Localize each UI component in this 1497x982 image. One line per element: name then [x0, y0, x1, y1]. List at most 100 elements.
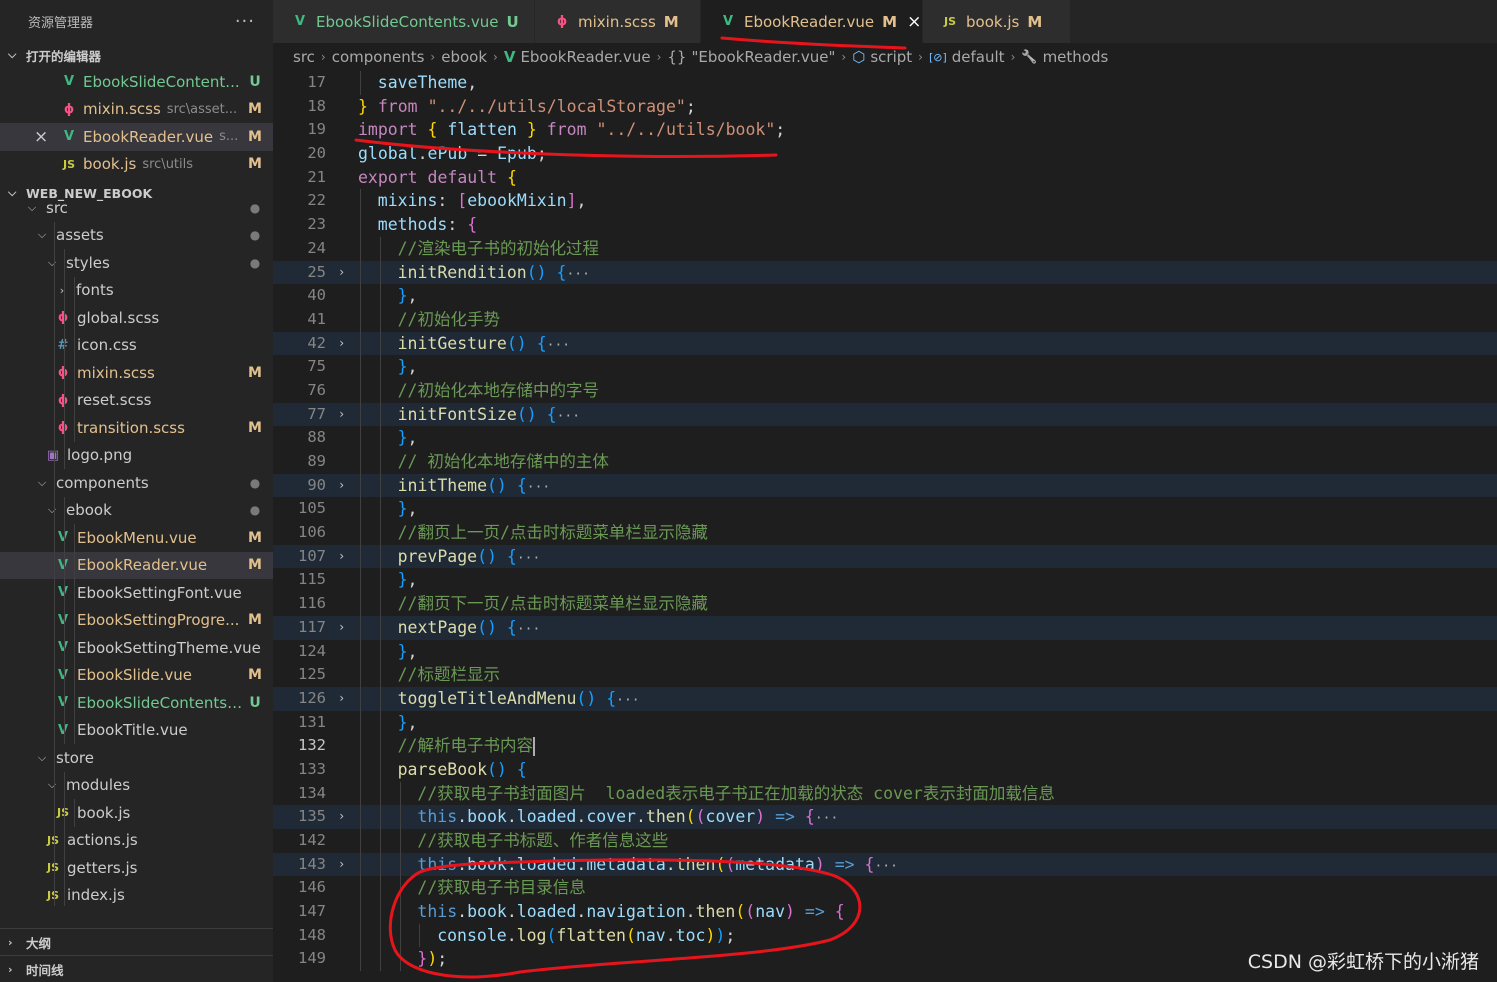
- indent-guide: [360, 615, 361, 640]
- code-line[interactable]: 40},: [273, 284, 1497, 308]
- file-item[interactable]: V EbookTitle.vue: [0, 716, 273, 744]
- folder-item[interactable]: ⌵ ebook ●: [0, 496, 273, 524]
- fold-chevron-icon[interactable]: ›: [338, 853, 345, 877]
- code-line[interactable]: 77 › initFontSize() {···: [273, 402, 1497, 427]
- fold-chevron-icon[interactable]: ›: [338, 687, 345, 711]
- code-line[interactable]: 18} from "../../utils/localStorage";: [273, 95, 1497, 119]
- file-item[interactable]: ϕ mixin.scss M: [0, 359, 273, 387]
- indent-guide: [360, 900, 361, 924]
- code-line[interactable]: 117 › nextPage() {···: [273, 615, 1497, 640]
- code-line[interactable]: 132 //解析电子书内容: [273, 734, 1497, 758]
- code-line[interactable]: 76 //初始化本地存储中的字号: [273, 378, 1497, 403]
- breadcrumb-item[interactable]: 🔧 methods: [1021, 48, 1108, 66]
- folder-item[interactable]: ⌵ modules: [0, 771, 273, 799]
- code-line[interactable]: 135 › this.book.loaded.cover.then((cover) …: [273, 805, 1497, 829]
- code-line[interactable]: 90 › initTheme() {···: [273, 473, 1497, 498]
- code-line[interactable]: 107 › prevPage() {···: [273, 544, 1497, 569]
- open-editor-item[interactable]: JS book.js src\utils M: [0, 151, 273, 179]
- file-item[interactable]: JS index.js: [0, 881, 273, 906]
- file-item[interactable]: JS getters.js: [0, 854, 273, 882]
- file-item[interactable]: V EbookSettingProgre... M: [0, 606, 273, 634]
- code-line[interactable]: 41 //初始化手势: [273, 307, 1497, 332]
- code-editor[interactable]: 17 saveTheme, 18} from "../../utils/localS…: [273, 71, 1497, 982]
- breadcrumb-item[interactable]: ebook: [441, 48, 487, 66]
- folder-item[interactable]: ⌵ components ●: [0, 469, 273, 497]
- open-editor-item[interactable]: × V EbookReader.vue s... M: [0, 123, 273, 151]
- fold-chevron-icon[interactable]: ›: [338, 332, 345, 356]
- code-line[interactable]: 133 parseBook() {: [273, 757, 1497, 782]
- open-editors-header[interactable]: ⌵ 打开的编辑器: [0, 42, 273, 68]
- code-line[interactable]: 143 › this.book.loaded.metadata.then((meta…: [273, 852, 1497, 877]
- code-line[interactable]: 21 export default {: [273, 166, 1497, 190]
- indent-guide: [64, 606, 65, 634]
- code-line[interactable]: 25 › initRendition() {···: [273, 260, 1497, 285]
- breadcrumb-item[interactable]: components: [332, 48, 425, 66]
- code-line[interactable]: 142 //获取电子书标题、作者信息这些: [273, 829, 1497, 853]
- folder-item[interactable]: ⌵ src ●: [0, 194, 273, 222]
- close-icon[interactable]: ×: [34, 127, 48, 147]
- code-line[interactable]: 124},: [273, 639, 1497, 664]
- breadcrumb-item[interactable]: ⬡ script: [852, 48, 912, 66]
- breadcrumb-item[interactable]: src: [293, 48, 315, 66]
- code-line[interactable]: 22 mixins: [ebookMixin],: [273, 189, 1497, 214]
- file-item[interactable]: ϕ global.scss: [0, 304, 273, 332]
- file-item[interactable]: V EbookMenu.vue M: [0, 524, 273, 552]
- fold-chevron-icon[interactable]: ›: [338, 616, 345, 640]
- folder-item[interactable]: ⌵ store: [0, 744, 273, 772]
- code-line[interactable]: 115},: [273, 568, 1497, 593]
- file-item[interactable]: # icon.css: [0, 331, 273, 359]
- open-editor-item[interactable]: V EbookSlideContent... U: [0, 68, 273, 96]
- file-item[interactable]: V EbookSlide.vue M: [0, 661, 273, 689]
- more-actions-icon[interactable]: ···: [235, 11, 255, 32]
- outline-section[interactable]: › 大纲: [0, 928, 273, 956]
- open-editor-item[interactable]: ϕ mixin.scss src\asset... M: [0, 96, 273, 124]
- file-item[interactable]: V EbookSettingFont.vue: [0, 579, 273, 607]
- tab-book-js[interactable]: JS book.js M: [923, 0, 1071, 43]
- fold-chevron-icon[interactable]: ›: [338, 545, 345, 569]
- close-icon[interactable]: ×: [907, 12, 921, 32]
- code-line[interactable]: 19 import { flatten } from "../../utils/b…: [273, 118, 1497, 142]
- code-line[interactable]: 125 //标题栏显示: [273, 663, 1497, 687]
- breadcrumb-item[interactable]: V EbookReader.vue: [504, 48, 651, 66]
- file-item[interactable]: JS actions.js: [0, 826, 273, 854]
- brackets-icon: [⊘]: [928, 50, 947, 64]
- code-line[interactable]: 147 this.book.loaded.navigation.then((nav…: [273, 900, 1497, 924]
- timeline-section[interactable]: › 时间线: [0, 955, 273, 982]
- indent-guide: [399, 829, 401, 853]
- file-item[interactable]: V EbookReader.vue M: [0, 551, 273, 579]
- tab-ebookreader-vue[interactable]: V EbookReader.vue M ×: [701, 0, 923, 43]
- tab-mixin-scss[interactable]: ϕ mixin.scss M: [535, 0, 701, 43]
- code-line[interactable]: 131},: [273, 710, 1497, 735]
- code-line[interactable]: 20 global.ePub = Epub;: [273, 142, 1497, 166]
- folder-item[interactable]: ⌵ styles ●: [0, 249, 273, 277]
- fold-chevron-icon[interactable]: ›: [338, 474, 345, 498]
- breadcrumb-item[interactable]: {} "EbookReader.vue": [667, 48, 835, 66]
- code-line[interactable]: 42 › initGesture() {···: [273, 331, 1497, 356]
- breadcrumb-item[interactable]: [⊘] default: [929, 48, 1005, 66]
- code-line[interactable]: 17 saveTheme,: [273, 71, 1497, 95]
- file-item[interactable]: ϕ reset.scss: [0, 386, 273, 414]
- folder-item[interactable]: › fonts: [0, 276, 273, 304]
- file-item[interactable]: ▣ logo.png: [0, 441, 273, 469]
- file-item[interactable]: V EbookSlideContents.... U: [0, 689, 273, 717]
- code-line[interactable]: 126 › toggleTitleAndMenu() {···: [273, 686, 1497, 711]
- code-line[interactable]: 134 //获取电子书封面图片 loaded表示电子书正在加载的状态 cover表…: [273, 781, 1497, 806]
- fold-chevron-icon[interactable]: ›: [338, 261, 345, 285]
- code-line[interactable]: 105},: [273, 497, 1497, 522]
- fold-chevron-icon[interactable]: ›: [338, 403, 345, 427]
- file-item[interactable]: ϕ transition.scss M: [0, 414, 273, 442]
- tab-ebookslidecontents-vue[interactable]: V EbookSlideContents.vue U: [273, 0, 535, 43]
- code-line[interactable]: 23 methods: {: [273, 213, 1497, 237]
- folder-item[interactable]: ⌵ assets ●: [0, 221, 273, 249]
- code-line[interactable]: 75},: [273, 355, 1497, 379]
- code-line[interactable]: 116 //翻页下一页/点击时标题菜单栏显示隐藏: [273, 592, 1497, 616]
- fold-chevron-icon[interactable]: ›: [338, 805, 345, 829]
- file-item[interactable]: JS book.js: [0, 799, 273, 827]
- code-line[interactable]: 89 // 初始化本地存储中的主体: [273, 450, 1497, 474]
- code-line[interactable]: 148 console.log(flatten(nav.toc));: [273, 923, 1497, 948]
- code-line[interactable]: 24 //渲染电子书的初始化过程: [273, 236, 1497, 261]
- code-line[interactable]: 106 //翻页上一页/点击时标题菜单栏显示隐藏: [273, 521, 1497, 545]
- code-line[interactable]: 88},: [273, 426, 1497, 450]
- code-line[interactable]: 146 //获取电子书目录信息: [273, 876, 1497, 901]
- file-item[interactable]: V EbookSettingTheme.vue: [0, 634, 273, 662]
